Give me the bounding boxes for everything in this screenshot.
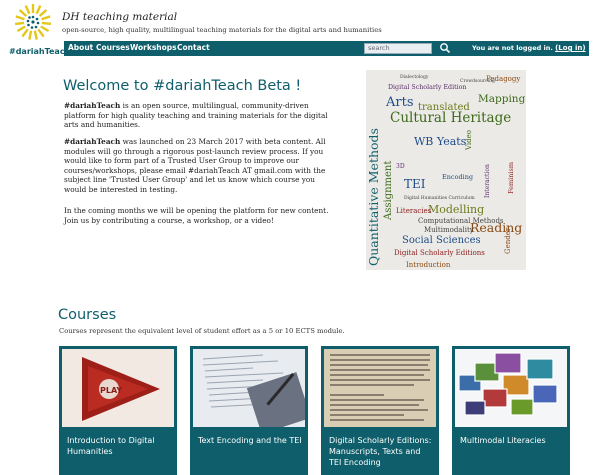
cloud-word: translated [418, 102, 470, 113]
login-status-text: You are not logged in. [472, 44, 553, 52]
dariahteach-logo-icon[interactable] [8, 3, 58, 41]
cloud-word: Mapping [478, 93, 526, 105]
courses-subtitle: Courses represent the equivalent level o… [59, 327, 345, 335]
welcome-paragraph-2: #dariahTeach was launched on 23 March 20… [64, 137, 332, 195]
nav-item-contact[interactable]: Contact [177, 43, 210, 52]
course-card-label[interactable]: Multimodal Literacies [460, 435, 566, 446]
course-card-label[interactable]: Introduction to Digital Humanities [67, 435, 173, 457]
cloud-word: Interaction [484, 164, 491, 198]
cloud-word: TEI [404, 177, 426, 191]
brand-name: #dariahTeach [64, 137, 121, 146]
course-card-text-encoding[interactable]: Text Encoding and the TEI [190, 346, 308, 475]
search-input[interactable]: search [364, 43, 432, 54]
welcome-paragraph-3: In the coming months we will be opening … [64, 206, 329, 225]
logo-text[interactable]: #dariahTeach [9, 47, 70, 56]
cloud-word: Dialectology [400, 75, 429, 80]
courses-title: Courses [58, 307, 117, 323]
site-subtitle: open-source, high quality, multilingual … [62, 26, 382, 34]
nav-item-courses[interactable]: Courses [96, 43, 130, 52]
login-link[interactable]: (Log in) [555, 44, 586, 52]
search-icon[interactable] [439, 42, 451, 54]
cloud-word: 3D [396, 163, 405, 170]
cloud-word: Encoding [442, 173, 474, 181]
brand-name: #dariahTeach [64, 101, 121, 110]
course-card-intro-dh[interactable]: PLAY Introduction to Digital Humanities [59, 346, 177, 475]
cloud-word: Cultural Heritage [390, 110, 512, 126]
cloud-word: Video [465, 129, 473, 150]
media-screens-image [455, 349, 567, 427]
cloud-word: Multimodality [424, 226, 474, 234]
course-card-multimodal[interactable]: Multimodal Literacies [452, 346, 570, 475]
welcome-paragraph-1: #dariahTeach is an open source, multilin… [64, 101, 332, 130]
site-title: DH teaching material [62, 11, 178, 23]
cloud-word: Digital Scholarly Editions [394, 249, 485, 257]
cloud-word: Quantitative Methods [366, 128, 381, 266]
cloud-word: Digital Humanities Curriculum [404, 196, 475, 201]
cloud-word: Literacies [396, 207, 432, 215]
cloud-word: Computational Methods [418, 217, 504, 225]
nav-item-workshops[interactable]: Workshops [130, 43, 177, 52]
card-image-text: PLAY [100, 386, 122, 395]
login-status: You are not logged in. (Log in) [472, 44, 586, 52]
code-printout-image [193, 349, 305, 427]
course-card-scholarly-editions[interactable]: Digital Scholarly Editions: Manuscripts,… [321, 346, 439, 475]
nav-item-about[interactable]: About [68, 43, 93, 52]
course-card-label[interactable]: Digital Scholarly Editions: Manuscripts,… [329, 435, 435, 468]
cloud-word: Digital Scholarly Edition [388, 84, 467, 91]
tag-word-cloud-image: Quantitative Methods Cultural Heritage D… [366, 70, 526, 270]
cloud-word: Gender [504, 227, 512, 254]
play-button-image: PLAY [62, 349, 174, 427]
course-card-label[interactable]: Text Encoding and the TEI [198, 435, 304, 446]
cloud-word: Crowdsourcing [460, 79, 495, 84]
cloud-word: Modelling [428, 203, 485, 216]
welcome-title: Welcome to #dariahTeach Beta ! [63, 78, 302, 94]
cloud-word: Introduction [406, 261, 451, 269]
cloud-word: Assignment [383, 160, 394, 220]
manuscript-page-image [324, 349, 436, 427]
cloud-word: WB Yeats [414, 135, 467, 148]
cloud-word: Social Sciences [402, 235, 481, 246]
cloud-word: Feminism [507, 161, 515, 194]
main-nav-bar: About Courses Workshops Contact search Y… [64, 41, 589, 56]
site-header: #dariahTeach DH teaching material open-s… [0, 0, 600, 56]
cloud-word: Arts [386, 95, 414, 110]
